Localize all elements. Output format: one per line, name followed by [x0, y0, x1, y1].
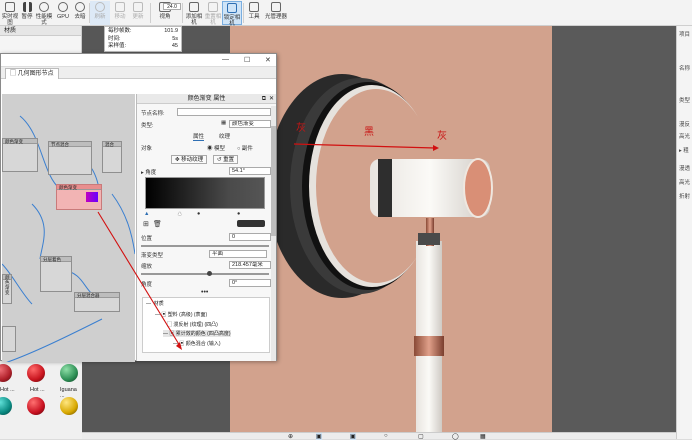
right-panel-item: 项目	[679, 32, 691, 38]
right-panel-item: 类型	[679, 98, 691, 104]
right-panel-item: 折射	[679, 194, 691, 200]
right-panel-item: 高光	[679, 134, 691, 140]
right-panel-item[interactable]: ▸ 粗	[679, 146, 689, 154]
annotation-overlay	[97, 211, 182, 350]
rotate-icon[interactable]: ○	[384, 433, 388, 439]
right-panel-item: 高光	[679, 180, 691, 186]
right-panel-item: 漫反	[679, 122, 691, 128]
right-panel-item: 漫透	[679, 166, 691, 172]
right-properties-panel: 项目 名称 类型 漫反 高光 ▸ 粗 漫透 高光 折射	[676, 26, 692, 439]
right-panel-item: 名称	[679, 66, 691, 72]
viewport-bottom-toolbar: ⊕ ▣ ▣ ○ ▢ ◯ ▦	[82, 432, 676, 440]
